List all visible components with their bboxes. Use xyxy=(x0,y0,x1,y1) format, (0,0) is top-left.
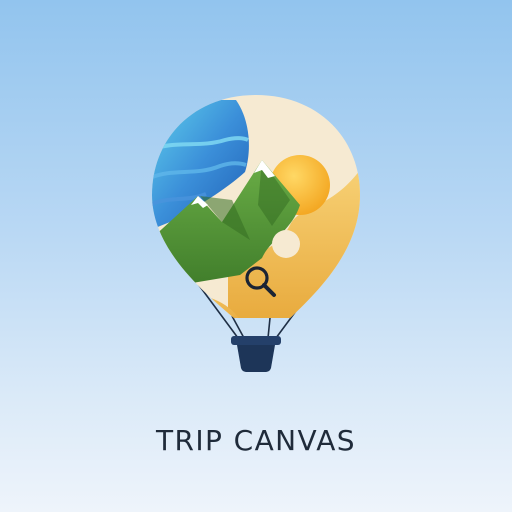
app-title: TRIP CANVAS xyxy=(156,424,356,457)
balloon-envelope xyxy=(152,95,360,318)
logo xyxy=(0,0,512,400)
hot-air-balloon-icon xyxy=(152,95,360,372)
basket-icon xyxy=(231,336,281,372)
porthole-circle xyxy=(272,230,300,258)
